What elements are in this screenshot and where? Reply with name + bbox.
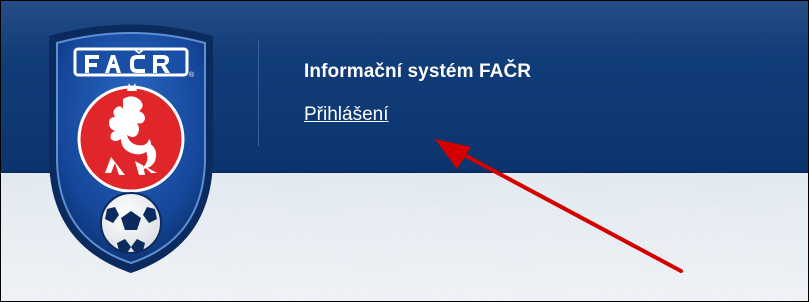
svg-text:®: ®: [189, 71, 195, 79]
header-divider: [258, 41, 259, 146]
system-title: Informační systém FAČR: [304, 61, 532, 82]
facr-logo[interactable]: ®: [31, 11, 231, 281]
football: [100, 192, 162, 254]
facr-letters: ®: [73, 47, 195, 79]
login-link[interactable]: Přihlášení: [304, 104, 389, 126]
screenshot-frame: Informační systém FAČR Přihlášení ®: [0, 0, 809, 302]
